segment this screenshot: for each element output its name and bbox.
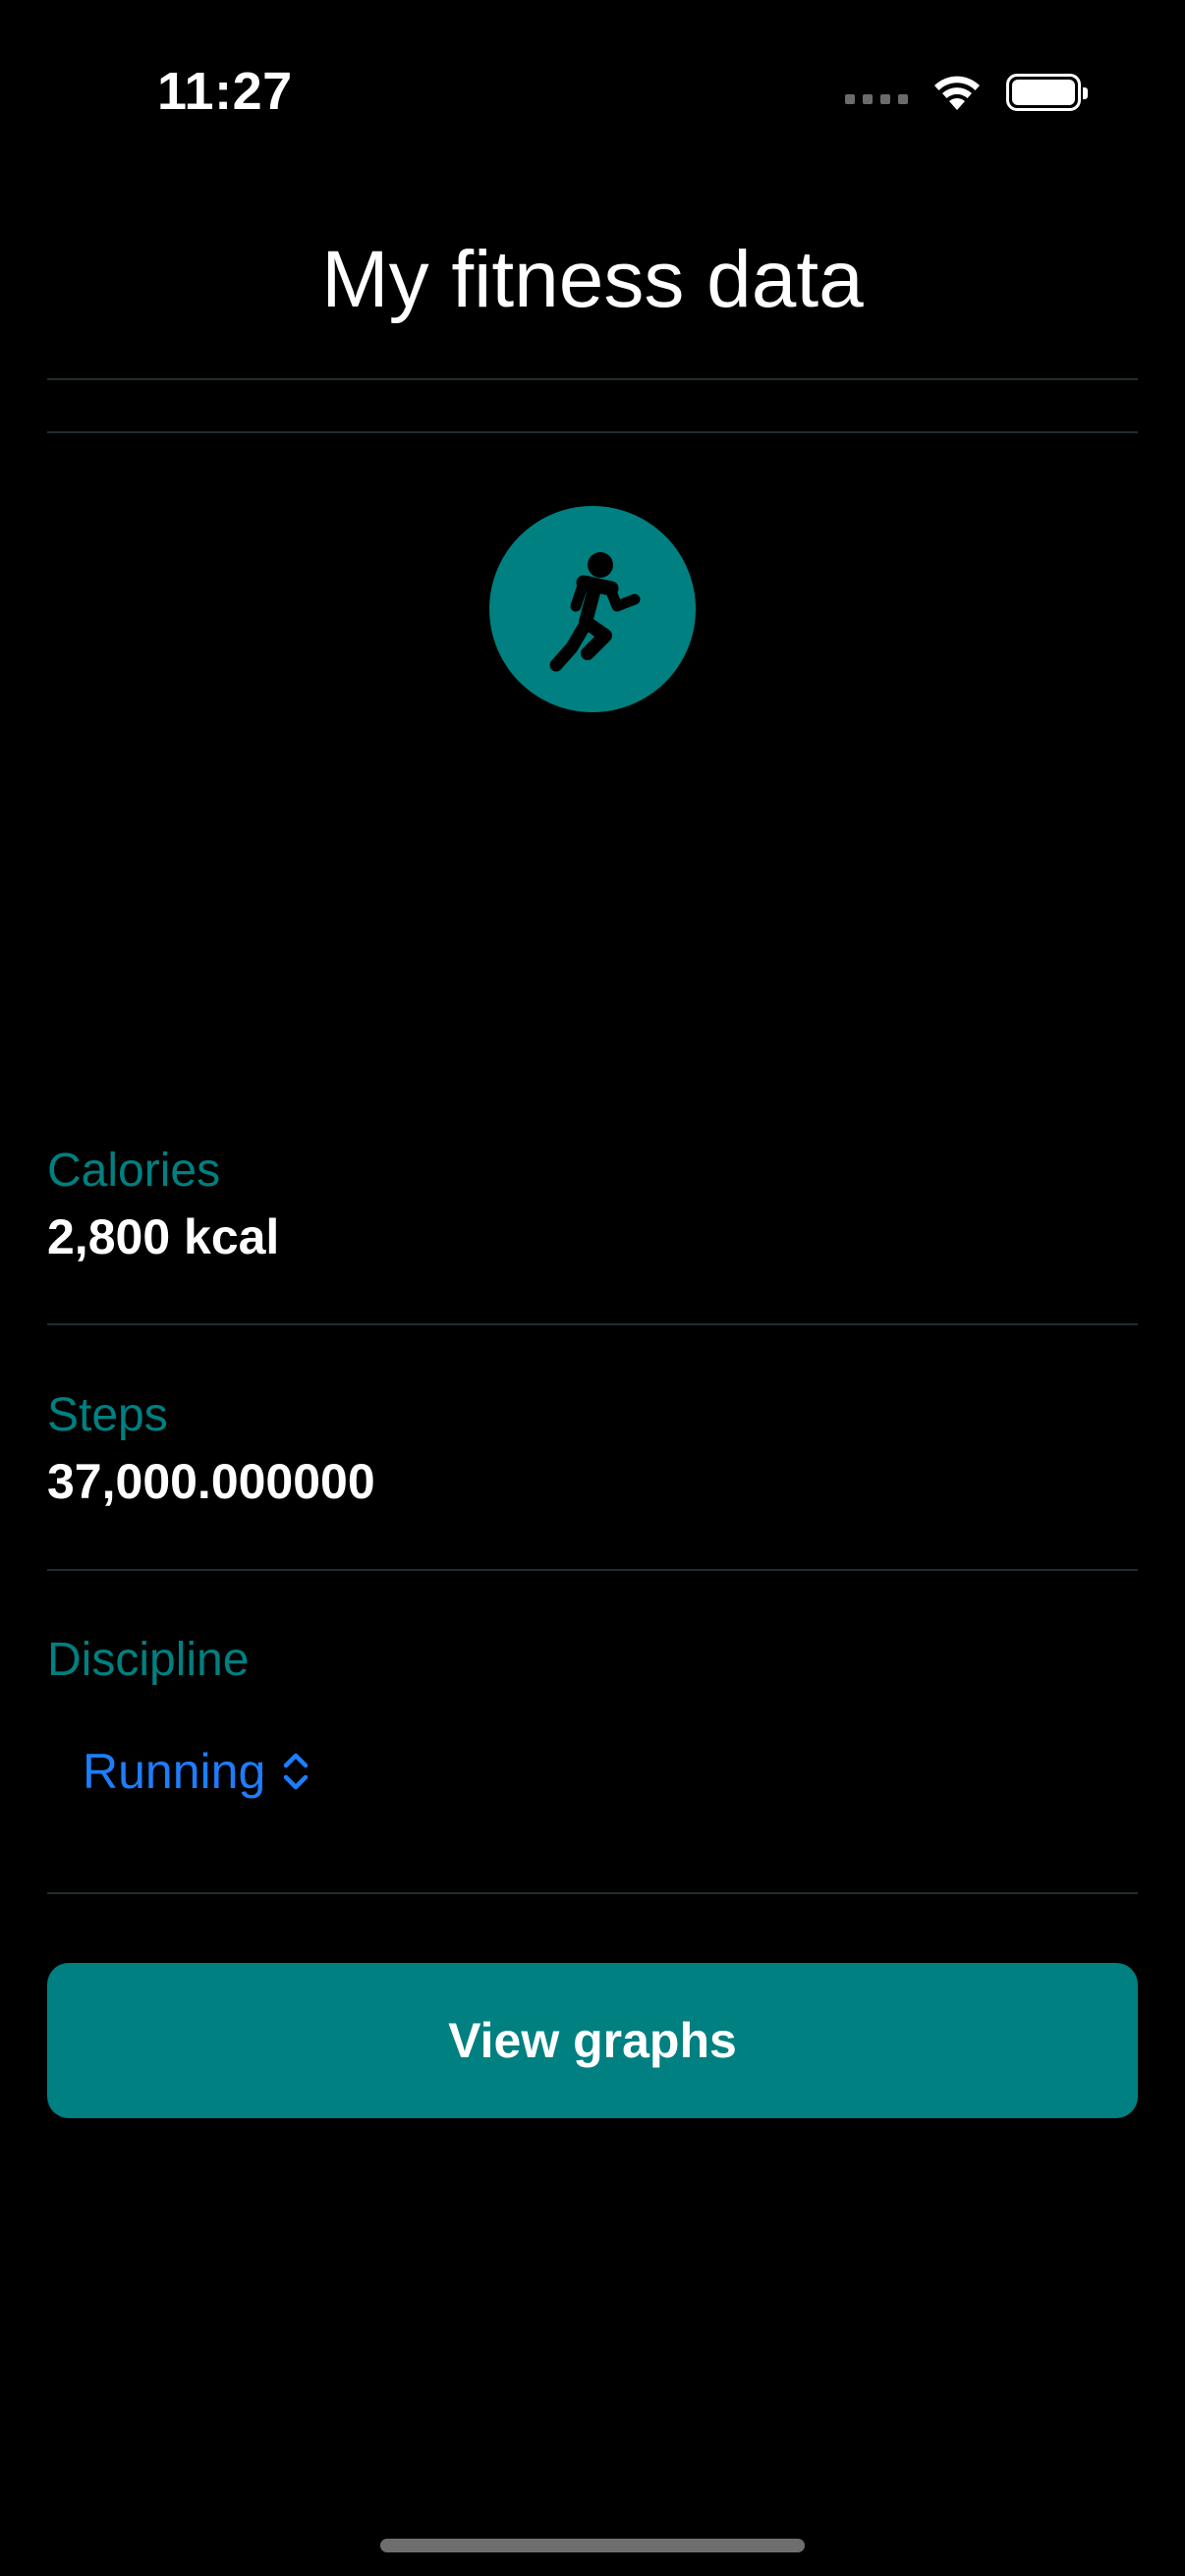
- status-icons: [845, 71, 1088, 114]
- divider: [47, 1569, 1138, 1571]
- steps-label: Steps: [47, 1389, 168, 1441]
- divider: [47, 378, 1138, 380]
- cellular-signal-icon: [845, 94, 908, 104]
- divider: [47, 431, 1138, 433]
- steps-value: 37,000.000000: [47, 1454, 375, 1509]
- page-title: My fitness data: [321, 235, 864, 324]
- divider: [47, 1323, 1138, 1325]
- battery-icon: [1006, 74, 1088, 111]
- discipline-picker-value: Running: [83, 1744, 266, 1799]
- wifi-icon: [934, 76, 980, 110]
- calories-label: Calories: [47, 1145, 221, 1197]
- divider: [47, 1892, 1138, 1894]
- view-graphs-button[interactable]: View graphs: [47, 1963, 1138, 2118]
- figure-run-icon: [549, 552, 641, 672]
- chevron-up-down-icon: [284, 1753, 309, 1790]
- calories-value: 2,800 kcal: [47, 1209, 280, 1264]
- status-time: 11:27: [157, 62, 293, 121]
- discipline-picker[interactable]: Running: [83, 1741, 310, 1802]
- discipline-label: Discipline: [47, 1634, 250, 1686]
- home-indicator[interactable]: [380, 2539, 805, 2552]
- activity-badge: [489, 506, 696, 712]
